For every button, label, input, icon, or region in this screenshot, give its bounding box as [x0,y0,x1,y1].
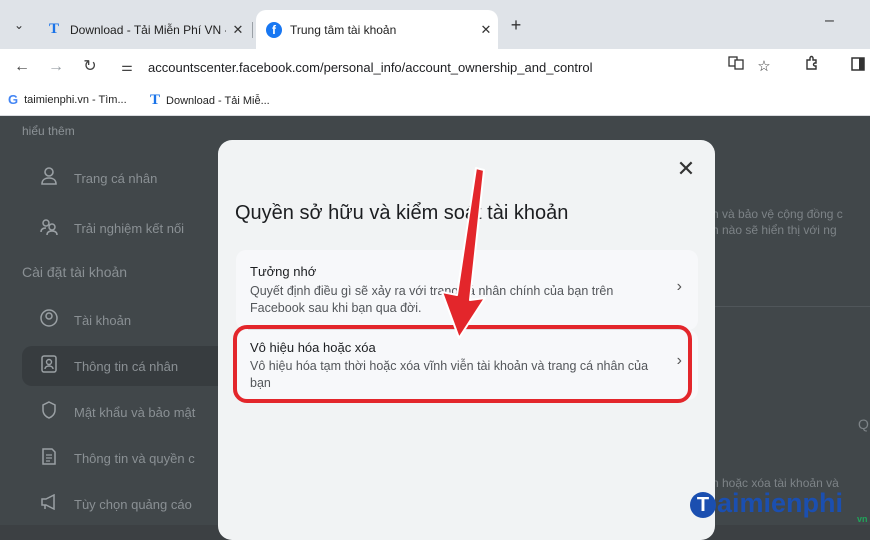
option-memorialization[interactable]: Tưởng nhớ Quyết định điều gì sẽ xảy ra v… [236,250,698,330]
translate-icon[interactable] [724,55,748,79]
sidebar-item-account[interactable]: Tài khoản [0,300,230,340]
sidebar-item-label: Tùy chọn quảng cáo [74,496,192,512]
tab-label: Trung tâm tài khoản [290,22,397,37]
sidebar-item-label: Tài khoản [74,312,132,328]
sidebar-item-label: Trang cá nhân [74,170,158,186]
bookmarks-bar: G taimienphi.vn - Tìm... T Download - Tả… [0,85,870,116]
new-tab-button[interactable]: + [505,14,527,36]
minimize-button[interactable]: – [825,12,834,30]
learn-more-text: hiểu thêm [22,124,75,138]
tab-accounts-center[interactable]: f Trung tâm tài khoản ✕ [256,10,498,49]
reload-icon[interactable]: ↻ [78,55,102,79]
browser-toolbar: ← → ↻ ⚌ accountscenter.facebook.com/pers… [0,49,870,85]
sidebar-item-password-security[interactable]: Mật khẩu và bảo mật [0,392,230,432]
bookmark-label: Download - Tải Miễ... [166,94,270,107]
tab-close-icon[interactable]: ✕ [474,22,498,38]
taimienphi-favicon-icon: T [150,92,161,108]
id-card-icon [36,354,62,378]
side-panel-icon[interactable] [846,55,870,79]
google-icon: G [8,92,19,107]
info-permission-icon [36,447,62,470]
chevron-right-icon: › [676,278,682,295]
person-icon [36,166,62,190]
bookmark-label: taimienphi.vn - Tìm... [24,93,127,106]
account-settings-heading: Cài đặt tài khoản [22,264,128,280]
sidebar-item-profile[interactable]: Trang cá nhân [0,158,230,198]
tab-strip: ⌄ T Download - Tải Miễn Phí VN - P ✕ f T… [0,0,870,49]
tab-label: Download - Tải Miễn Phí VN - P [70,22,226,37]
sidebar-item-personal-info[interactable]: Thông tin cá nhân [22,346,230,386]
site-info-icon[interactable]: ⚌ [116,59,138,75]
extensions-icon[interactable] [800,55,824,79]
tab-download[interactable]: T Download - Tải Miễn Phí VN - P ✕ [36,10,253,49]
tab-close-icon[interactable]: ✕ [226,22,250,38]
sidebar-item-label: Mật khẩu và bảo mật [74,404,196,420]
dialog-title: Quyền sở hữu và kiểm soát tài khoản [235,202,569,224]
shield-icon [36,400,62,424]
account-icon [36,308,62,332]
taimienphi-favicon-icon: T [48,21,59,37]
back-arrow-icon[interactable]: ← [10,55,34,79]
taimienphi-watermark: Taimienphi [690,488,843,519]
right-panel-text: Q [858,416,869,432]
tab-search-chevron-icon[interactable]: ⌄ [8,14,30,36]
bookmark-download[interactable]: T Download - Tải Miễ... [150,92,270,109]
bookmark-star-icon[interactable]: ☆ [752,55,776,79]
option-title: Tưởng nhớ [250,264,317,279]
megaphone-icon [36,493,62,515]
sidebar-item-info-permissions[interactable]: Thông tin và quyền c [0,438,230,478]
forward-arrow-icon[interactable]: → [44,55,68,79]
address-bar[interactable]: ⚌ accountscenter.facebook.com/personal_i… [112,53,710,81]
option-description: Quyết định điều gì sẽ xảy ra với trang c… [250,284,614,315]
highlight-box [233,325,692,403]
bookmark-taimienphi[interactable]: G taimienphi.vn - Tìm... [8,92,127,107]
url-text[interactable]: accountscenter.facebook.com/personal_inf… [148,60,592,75]
facebook-favicon-icon: f [266,21,282,38]
divider [712,306,870,307]
taimienphi-watermark-sub: vn [857,514,868,524]
sidebar-item-ad-preferences[interactable]: Tùy chọn quảng cáo [0,484,230,524]
sidebar-item-label: Trải nghiệm kết nối [74,220,185,236]
close-icon[interactable]: ✕ [673,156,699,182]
right-panel-text: n nào sẽ hiển thị với ng [712,223,837,237]
sidebar-item-connected-experiences[interactable]: Trải nghiệm kết nối [0,208,230,248]
people-icon [36,217,62,240]
sidebar-item-label: Thông tin cá nhân [74,358,179,374]
right-panel-text: n và bảo vệ cộng đồng c [712,207,843,221]
sidebar-item-label: Thông tin và quyền c [74,450,195,466]
